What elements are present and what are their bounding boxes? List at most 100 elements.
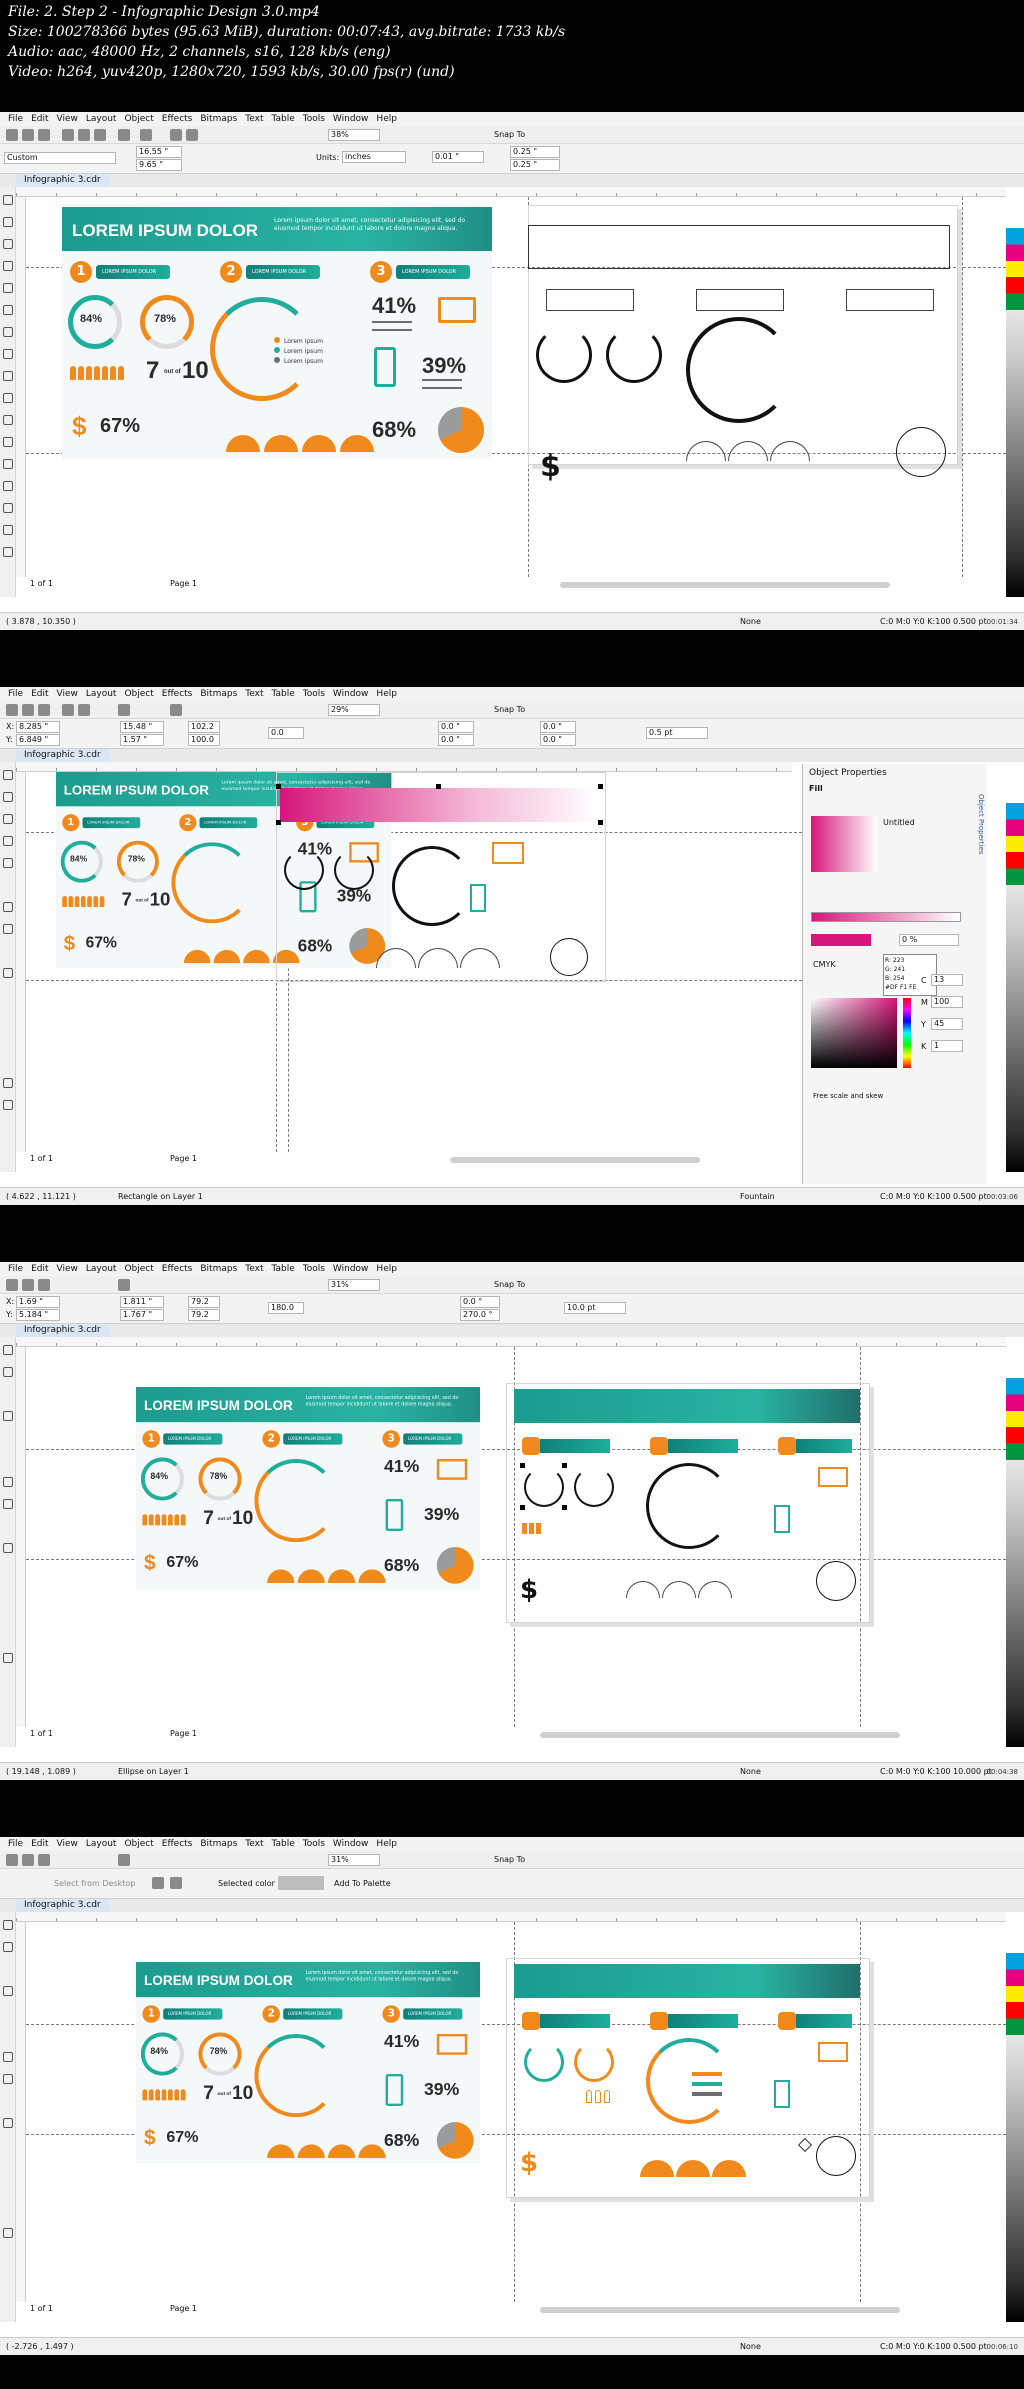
corner-radius-3[interactable]: 0.0 ": [540, 721, 576, 733]
arc-outline[interactable]: [686, 317, 792, 423]
snap-to-label[interactable]: Snap To: [494, 1855, 525, 1864]
zoom-tool-icon[interactable]: [3, 1411, 13, 1421]
selection-handle[interactable]: [276, 820, 281, 825]
selection-handle[interactable]: [520, 1463, 525, 1468]
ring-outline[interactable]: [574, 1467, 614, 1507]
node-color-swatch[interactable]: [811, 934, 871, 946]
export-icon[interactable]: [186, 129, 198, 141]
interactive-fill-icon[interactable]: [3, 525, 13, 535]
phone-icon[interactable]: [470, 884, 486, 912]
new-icon[interactable]: [6, 1279, 18, 1291]
page-navigator[interactable]: 1 of 1: [30, 579, 53, 588]
menu-tools[interactable]: Tools: [303, 112, 325, 126]
nudge-distance[interactable]: 0.01 ": [432, 151, 484, 163]
rotation-angle[interactable]: 180.0: [268, 1302, 304, 1314]
zoom-level[interactable]: 31%: [328, 1279, 380, 1291]
redo-icon[interactable]: [140, 129, 152, 141]
text-tool-icon[interactable]: [3, 2118, 13, 2128]
doc-tab[interactable]: Infographic 3.cdr: [16, 1899, 109, 1912]
menu-view[interactable]: View: [57, 687, 78, 701]
menu-table[interactable]: Table: [271, 112, 294, 126]
orange-hexagon[interactable]: [522, 2012, 540, 2030]
rotation-angle[interactable]: 0.0: [268, 727, 304, 739]
dollar-outline-icon[interactable]: $: [520, 1575, 538, 1605]
pick-tool-icon[interactable]: [3, 1920, 13, 1930]
copy-icon[interactable]: [78, 704, 90, 716]
zoom-level[interactable]: 38%: [328, 129, 380, 141]
menu-bitmaps[interactable]: Bitmaps: [200, 687, 237, 701]
parallel-dimension-icon[interactable]: [3, 415, 13, 425]
laptop-icon[interactable]: [492, 842, 524, 864]
object-x[interactable]: 1.69 ": [16, 1296, 60, 1308]
menu-window[interactable]: Window: [333, 112, 369, 126]
eyedropper-icon[interactable]: [3, 1653, 13, 1663]
corner-radius-2[interactable]: 0.0 ": [438, 734, 474, 746]
page-navigator[interactable]: 1 of 1: [30, 1154, 53, 1163]
shape-tool-icon[interactable]: [3, 1942, 13, 1952]
people-icons[interactable]: [586, 2088, 613, 2107]
arc-outline[interactable]: [392, 846, 472, 926]
menu-object[interactable]: Object: [124, 687, 153, 701]
smart-fill-icon[interactable]: [3, 547, 13, 557]
banner-placeholder[interactable]: [528, 225, 950, 269]
page-tab[interactable]: Page 1: [170, 2304, 197, 2313]
ring-outline[interactable]: [284, 850, 324, 890]
menu-layout[interactable]: Layout: [86, 687, 117, 701]
pill-outline[interactable]: [696, 289, 784, 311]
apply-color-icon[interactable]: [170, 1877, 182, 1889]
selection-handle[interactable]: [436, 784, 441, 789]
pie-outline[interactable]: [896, 427, 946, 477]
teal-pill[interactable]: [540, 1439, 610, 1453]
cut-icon[interactable]: [62, 129, 74, 141]
selected-ellipse[interactable]: [524, 1467, 564, 1507]
duplicate-x[interactable]: 0.25 ": [510, 146, 560, 158]
dollar-outline-icon[interactable]: $: [540, 449, 561, 484]
teal-banner[interactable]: [514, 1964, 860, 1998]
paste-icon[interactable]: [94, 129, 106, 141]
zoom-level[interactable]: 29%: [328, 704, 380, 716]
gradient-preview[interactable]: [811, 816, 877, 872]
horizontal-scrollbar[interactable]: [560, 582, 890, 588]
freehand-tool-icon[interactable]: [3, 858, 13, 868]
menu-edit[interactable]: Edit: [31, 1262, 48, 1276]
menu-bitmaps[interactable]: Bitmaps: [200, 1262, 237, 1276]
hue-slider[interactable]: [903, 998, 911, 1068]
pick-tool-icon[interactable]: [3, 1345, 13, 1355]
crop-tool-icon[interactable]: [3, 239, 13, 249]
yellow-value[interactable]: 45: [931, 1018, 963, 1030]
people-icons[interactable]: [522, 1519, 543, 1538]
menu-file[interactable]: File: [8, 1837, 23, 1851]
menu-help[interactable]: Help: [376, 1262, 397, 1276]
drawing-canvas[interactable]: LOREM IPSUM DOLOR Lorem ipsum dolor sit …: [26, 1347, 1006, 1727]
semicircle-outlines[interactable]: [626, 1579, 734, 1598]
teal-pill[interactable]: [668, 1439, 738, 1453]
zoom-tool-icon[interactable]: [3, 1986, 13, 1996]
outline-width[interactable]: 0.5 pt: [646, 727, 708, 739]
open-icon[interactable]: [22, 1854, 34, 1866]
scale-x[interactable]: 79.2: [188, 1296, 220, 1308]
object-width[interactable]: 15.48 ": [120, 721, 164, 733]
arc-end-angle[interactable]: 270.0 °: [460, 1309, 500, 1321]
zoom-level[interactable]: 31%: [328, 1854, 380, 1866]
free-scale-checkbox[interactable]: Free scale and skew: [813, 1092, 883, 1100]
units-select[interactable]: inches: [342, 151, 406, 163]
object-height[interactable]: 1.767 ": [120, 1309, 164, 1321]
menu-file[interactable]: File: [8, 687, 23, 701]
pie-outline[interactable]: [816, 1561, 856, 1601]
rectangle-tool-icon[interactable]: [3, 1477, 13, 1487]
page-height[interactable]: 9.65 ": [136, 159, 182, 171]
select-from-desktop[interactable]: Select from Desktop: [54, 1879, 135, 1888]
teal-banner[interactable]: [514, 1389, 860, 1423]
object-width[interactable]: 1.811 ": [120, 1296, 164, 1308]
teal-pill[interactable]: [796, 1439, 852, 1453]
menu-help[interactable]: Help: [376, 1837, 397, 1851]
undo-icon[interactable]: [118, 129, 130, 141]
selection-handle[interactable]: [562, 1505, 567, 1510]
cut-icon[interactable]: [62, 704, 74, 716]
page-navigator[interactable]: 1 of 1: [30, 1729, 53, 1738]
drawing-canvas[interactable]: LOREM IPSUM DOLOR Lorem ipsum dolor sit …: [26, 1922, 1006, 2302]
menu-file[interactable]: File: [8, 1262, 23, 1276]
ellipse-tool-icon[interactable]: [3, 1499, 13, 1509]
menu-window[interactable]: Window: [333, 1837, 369, 1851]
drawing-canvas[interactable]: LOREM IPSUM DOLOR Lorem ipsum dolor sit …: [26, 197, 1006, 577]
